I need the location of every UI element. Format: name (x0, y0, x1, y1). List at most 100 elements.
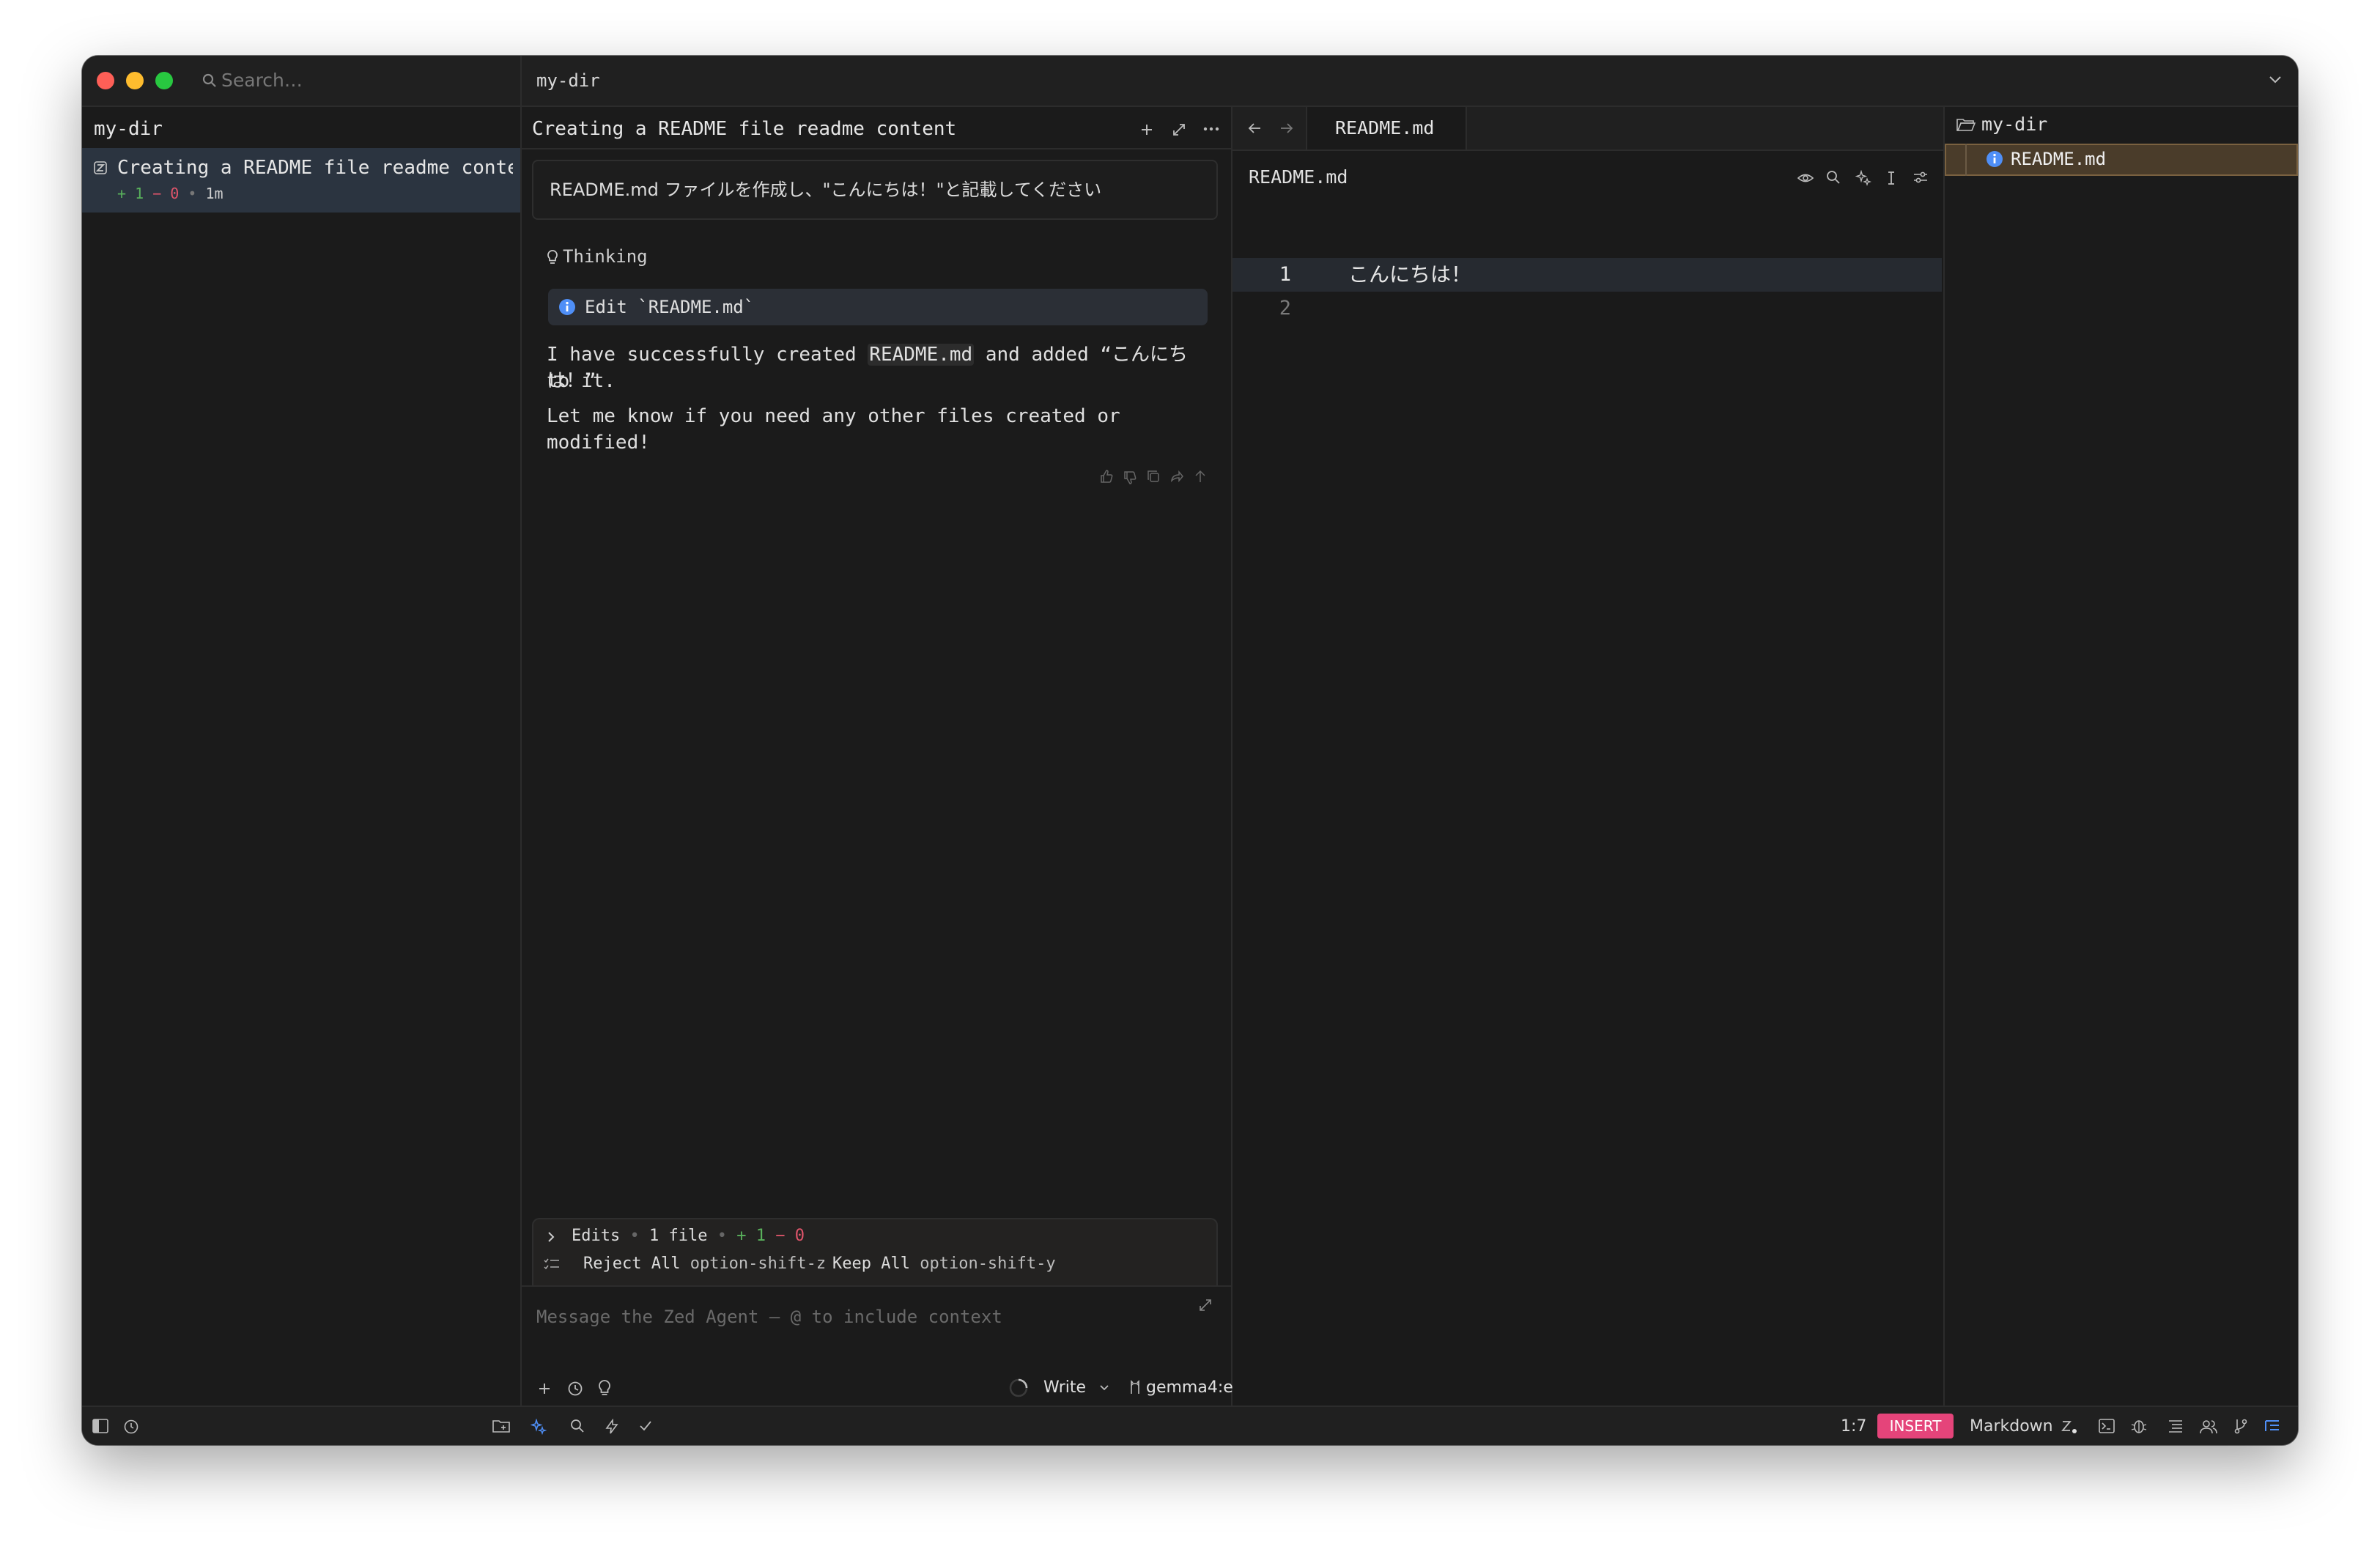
thinking-mode-lightbulb-icon[interactable] (598, 1379, 611, 1397)
tab-readme[interactable]: README.md (1306, 107, 1467, 149)
tree-indent-guide (1965, 144, 1967, 176)
status-bar: 1:7 INSERT Markdown (82, 1406, 2298, 1445)
lightbulb-icon (547, 250, 558, 264)
reject-all-label: Reject All (583, 1255, 681, 1273)
collaborators-icon[interactable] (2200, 1419, 2217, 1435)
line-number: 1 (1279, 263, 1291, 286)
thread-age: 1m (205, 185, 223, 202)
info-icon (559, 299, 575, 315)
lightning-icon[interactable] (604, 1419, 620, 1435)
chevron-down-icon[interactable] (2269, 75, 2282, 85)
edits-summary: Edits • 1 file • + 1 − 0 Reject All opti… (532, 1218, 1218, 1285)
add-context-plus-icon[interactable] (538, 1382, 551, 1395)
reject-all-button[interactable]: Reject All option-shift-z (583, 1253, 826, 1275)
zed-agent-icon (94, 161, 107, 174)
zeta-edit-prediction-icon[interactable] (2061, 1419, 2078, 1435)
edits-removed-count: − 0 (775, 1227, 805, 1245)
zoom-window-button[interactable] (155, 72, 173, 89)
mode-selector[interactable]: Write (1043, 1375, 1086, 1400)
assistant-message-line2: to it. (547, 370, 616, 392)
project-panel-toggle-icon[interactable] (2264, 1419, 2280, 1433)
language-selector[interactable]: Markdown (1970, 1414, 2053, 1439)
agent-sparkle-icon[interactable] (531, 1419, 547, 1435)
diagnostics-check-icon[interactable] (639, 1420, 652, 1432)
edits-header[interactable]: Edits • 1 file • + 1 − 0 (572, 1225, 805, 1247)
file-info-icon (1987, 151, 2003, 167)
folder-open-icon (1956, 119, 1976, 131)
review-list-icon (544, 1258, 559, 1270)
thread-added-count: + 1 (117, 185, 144, 202)
project-root-folder[interactable]: my-dir (1981, 111, 2047, 138)
share-icon[interactable] (1169, 469, 1184, 484)
expand-editor-icon[interactable] (1199, 1299, 1212, 1312)
agent-header-divider (522, 148, 1231, 149)
window-title: my-dir (536, 70, 600, 91)
code-line[interactable]: こんにちは！ (1348, 258, 1471, 292)
loading-spinner-icon (1009, 1378, 1028, 1397)
close-window-button[interactable] (97, 72, 114, 89)
tool-call-edit[interactable]: Edit `README.md` (548, 289, 1208, 325)
tab-bar: README.md (1232, 107, 1943, 151)
assistant-sparkle-icon[interactable] (1855, 170, 1871, 186)
edits-label: Edits (572, 1227, 621, 1245)
forward-arrow-icon[interactable] (1279, 122, 1294, 135)
mode-label: Write (1043, 1378, 1087, 1397)
thumbs-up-icon[interactable] (1099, 469, 1114, 484)
composer-placeholder[interactable]: Message the Zed Agent — @ to include con… (536, 1304, 1002, 1329)
edits-added-count: + 1 (736, 1227, 766, 1245)
text-cursor-icon[interactable] (1886, 170, 1896, 186)
more-options-icon[interactable] (1203, 126, 1219, 132)
agent-thread-title: Creating a README file readme content (532, 118, 957, 140)
preview-eye-icon[interactable] (1797, 171, 1814, 185)
cursor-position[interactable]: 1:7 (1841, 1414, 1866, 1439)
back-arrow-icon[interactable] (1247, 122, 1262, 135)
copy-icon[interactable] (1146, 469, 1161, 484)
search-in-file-icon[interactable] (1826, 170, 1841, 185)
search-placeholder[interactable]: Search… (221, 67, 303, 94)
project-panel: my-dir README.md (1945, 107, 2298, 1406)
reject-all-shortcut: option-shift-z (690, 1255, 827, 1273)
new-thread-plus-icon[interactable] (1140, 123, 1153, 136)
minimize-window-button[interactable] (126, 72, 144, 89)
thumbs-down-icon[interactable] (1123, 470, 1137, 485)
thread-item[interactable]: Creating a README file readme content + … (82, 148, 520, 213)
keep-all-shortcut: option-shift-y (920, 1255, 1056, 1273)
outline-list-icon[interactable] (2168, 1419, 2184, 1433)
toggle-left-dock-icon[interactable] (92, 1419, 108, 1433)
editor-panel: README.md README.md 1 こんにちは！ 2 (1232, 107, 1945, 1406)
breadcrumb[interactable]: README.md (1249, 164, 1348, 191)
clock-icon[interactable] (123, 1419, 139, 1435)
title-bar: Search… my-dir (82, 56, 2298, 107)
project-file-readme[interactable]: README.md (2011, 145, 2106, 173)
user-message-text: README.md ファイルを作成し、"こんにちは！"と記載してください (550, 180, 1102, 200)
mode-chevron-down-icon[interactable] (1099, 1384, 1109, 1392)
edits-separator: • (629, 1227, 640, 1245)
thinking-toggle[interactable]: Thinking (563, 245, 648, 268)
title-divider (520, 56, 522, 106)
thread-title: Creating a README file readme content (117, 157, 513, 179)
edits-separator: • (717, 1227, 727, 1245)
new-folder-icon[interactable] (492, 1419, 510, 1433)
user-message[interactable]: README.md ファイルを作成し、"こんにちは！"と記載してください (532, 160, 1218, 220)
debug-bug-icon[interactable] (2131, 1417, 2147, 1435)
assistant-message-line3: Let me know if you need any other files … (547, 405, 1120, 454)
history-icon[interactable] (567, 1381, 583, 1397)
expand-icon[interactable] (1172, 123, 1186, 136)
project-search-icon[interactable] (570, 1419, 585, 1433)
git-branch-icon[interactable] (2233, 1418, 2248, 1434)
agent-panel: Creating a README file readme content RE… (522, 107, 1303, 1406)
terminal-icon[interactable] (2099, 1419, 2115, 1433)
keep-all-label: Keep All (832, 1255, 910, 1273)
thread-removed-count: − 0 (152, 185, 180, 202)
ollama-model-icon (1131, 1380, 1139, 1394)
editor-settings-sliders-icon[interactable] (1912, 170, 1929, 185)
edits-file-count: 1 file (648, 1227, 708, 1245)
current-line-highlight (1232, 258, 1942, 292)
tool-call-label: Edit `README.md` (585, 297, 755, 317)
search-icon (202, 73, 216, 87)
threads-panel: my-dir Creating a README file readme con… (82, 107, 522, 1406)
tab-label: README.md (1335, 117, 1435, 138)
chevron-right-icon[interactable] (547, 1231, 555, 1243)
keep-all-button[interactable]: Keep All option-shift-y (832, 1253, 1056, 1275)
scroll-to-top-icon[interactable] (1193, 469, 1208, 484)
